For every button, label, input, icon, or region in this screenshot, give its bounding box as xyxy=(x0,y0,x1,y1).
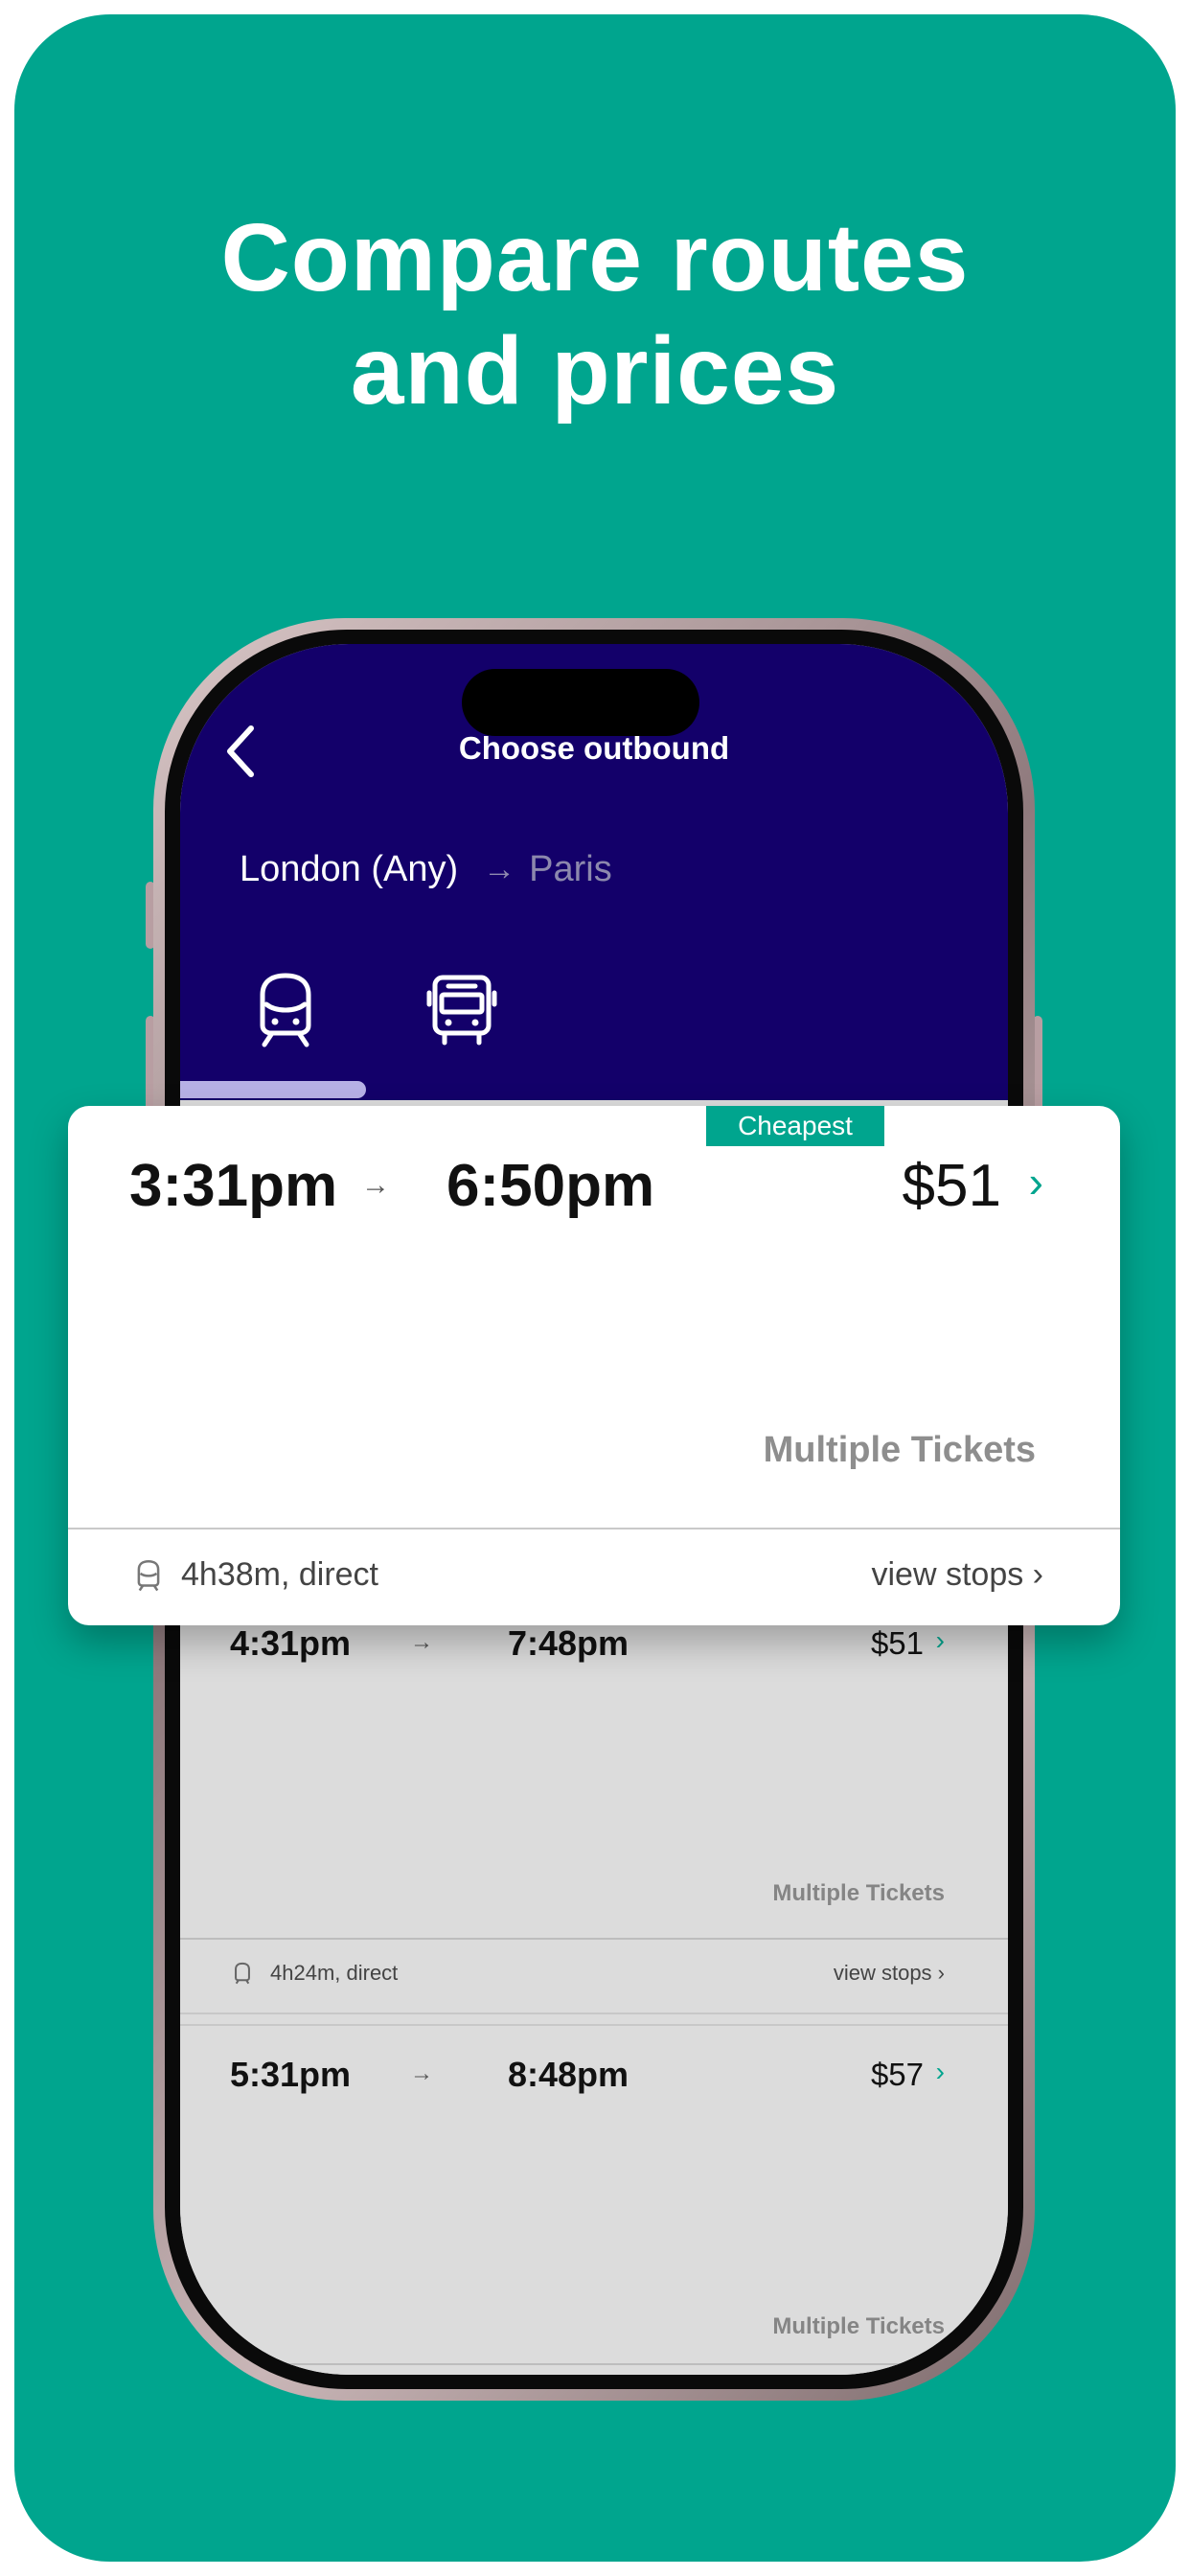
chevron-right-icon: › xyxy=(935,2057,945,2086)
featured-journey-card[interactable]: Cheapest 3:31pm → 6:50pm $51 › Multiple … xyxy=(68,1106,1120,1625)
journey-arrow-icon: → xyxy=(361,1169,390,1201)
departure-time: 4:31pm xyxy=(230,1623,352,1663)
row-divider xyxy=(180,1938,1008,1940)
train-icon[interactable] xyxy=(249,970,322,1048)
promo-headline: Compare routes and prices xyxy=(0,201,1190,427)
ticket-type: Multiple Tickets xyxy=(763,1430,1036,1470)
departure-time: 5:31pm xyxy=(230,2055,352,2094)
journey-row[interactable]: 5:31pm → 8:48pm $57 › Multiple Tickets xyxy=(180,2024,1008,2375)
headline-line-2: and prices xyxy=(350,317,840,425)
ticket-type: Multiple Tickets xyxy=(772,1880,945,1906)
route-origin: London (Any) xyxy=(240,849,459,889)
route-destination: Paris xyxy=(529,849,612,889)
train-icon xyxy=(235,1962,250,1985)
train-icon xyxy=(137,1559,160,1591)
journey-duration: 4h38m, direct xyxy=(181,1556,378,1593)
row-divider xyxy=(180,2363,1008,2365)
journey-price: $51 xyxy=(870,1625,924,1661)
journey-row[interactable]: 4:31pm → 7:48pm $51 › Multiple Tickets 4… xyxy=(180,1622,1008,2024)
departure-time: 3:31pm xyxy=(129,1153,338,1219)
view-stops-link[interactable]: view stops › xyxy=(872,1556,1044,1594)
arrival-time: 8:48pm xyxy=(508,2055,629,2094)
journey-arrow-icon: → xyxy=(410,2060,433,2086)
journey-duration: 4h24m, direct xyxy=(270,1961,399,1985)
dynamic-island xyxy=(462,669,699,736)
chevron-right-icon: › xyxy=(935,1625,945,1655)
bus-icon[interactable] xyxy=(425,970,498,1048)
view-stops-link[interactable]: view stops › xyxy=(834,1961,945,1986)
journey-meta: 4h38m, direct xyxy=(133,1556,378,1594)
journey-price: $57 xyxy=(870,2057,924,2092)
journey-arrow-icon: → xyxy=(410,1629,433,1655)
active-tab-indicator xyxy=(180,1081,366,1098)
cheapest-badge: Cheapest xyxy=(706,1106,884,1146)
headline-line-1: Compare routes xyxy=(220,204,970,311)
route-summary: London (Any) → Paris xyxy=(240,849,612,890)
arrival-time: 7:48pm xyxy=(508,1623,629,1663)
route-arrow-icon: → xyxy=(483,851,516,887)
arrival-time: 6:50pm xyxy=(446,1153,655,1219)
journey-price: $51 xyxy=(902,1153,1001,1219)
row-divider xyxy=(180,2012,1008,2014)
ticket-type: Multiple Tickets xyxy=(772,2313,945,2339)
card-divider xyxy=(68,1528,1120,1530)
chevron-right-icon[interactable]: › xyxy=(1029,1156,1043,1208)
